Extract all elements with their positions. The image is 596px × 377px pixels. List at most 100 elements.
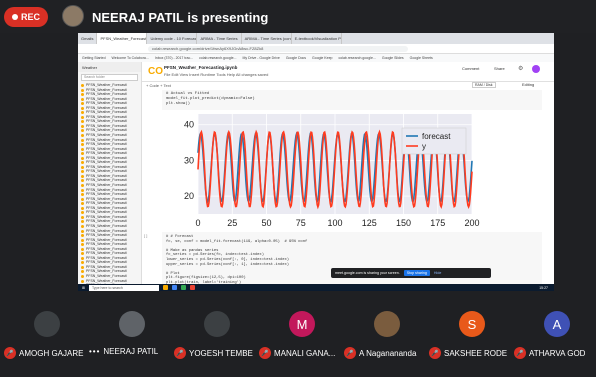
participant-name-row: ••• NEERAJ PATIL: [89, 347, 174, 356]
browser-tab-bar: GmailsPFSN_Weather_Forecasting.ipUdemy c…: [78, 33, 554, 44]
x-tick-label: 100: [327, 218, 342, 228]
notebook-toolbar: + Code + Text RAM / Disk Editing: [142, 82, 554, 90]
share-button[interactable]: Share: [494, 66, 505, 71]
participant-tile[interactable]: 🎤 A Naganananda: [344, 305, 429, 375]
y-tick-label: 30: [184, 155, 194, 165]
participant-name-row: 🎤 A Naganananda: [344, 347, 429, 359]
mic-muted-icon: 🎤: [344, 347, 356, 359]
participant-name: YOGESH TEMBE: [189, 348, 253, 358]
participants-strip: 🎤 AMOGH GAJARE ••• NEERAJ PATIL 🎤 YOGESH TEMB…: [0, 305, 596, 377]
browser-tab[interactable]: Udemy code - 10 Forecasting: [147, 33, 198, 44]
avatar[interactable]: [532, 65, 540, 73]
participant-name-row: 🎤 YOGESH TEMBE: [174, 347, 259, 359]
x-tick-label: 125: [362, 218, 377, 228]
participant-name: ATHARVA GOD: [529, 348, 586, 358]
bookmark-item[interactable]: Google Keep: [312, 56, 332, 60]
app-icon[interactable]: [180, 285, 186, 290]
presenter-avatar: [62, 5, 84, 27]
y-tick-label: 40: [184, 120, 194, 130]
participant-name: A Naganananda: [359, 348, 417, 358]
legend-label: y: [422, 142, 426, 151]
chrome-icon[interactable]: [171, 285, 177, 290]
x-tick-label: 150: [396, 218, 411, 228]
shared-screen: GmailsPFSN_Weather_Forecasting.ipUdemy c…: [78, 33, 554, 291]
windows-taskbar: ⊞ Type here to search 15:27: [78, 284, 554, 291]
mic-muted-icon: 🎤: [4, 347, 16, 359]
participant-tile[interactable]: S 🎤 SAKSHEE RODE: [429, 305, 514, 375]
participant-name: SAKSHEE RODE: [444, 348, 508, 358]
mic-muted-icon: 🎤: [174, 347, 186, 359]
x-tick-label: 25: [227, 218, 237, 228]
bookmark-item[interactable]: Google Slides: [382, 56, 404, 60]
participant-tile[interactable]: M 🎤 MANALI GANA...: [259, 305, 344, 375]
mic-muted-icon: 🎤: [514, 347, 526, 359]
stop-sharing-button[interactable]: Stop sharing: [403, 270, 430, 276]
taskbar-search[interactable]: Type here to search: [88, 284, 159, 291]
ram-disk-indicator[interactable]: RAM / Disk: [472, 82, 496, 88]
bookmark-item[interactable]: Google Sheets: [410, 56, 433, 60]
sidebar-search-input[interactable]: Search folder: [81, 74, 138, 81]
mic-muted-icon: 🎤: [259, 347, 271, 359]
notebook-header: CO PFSN_Weather_Forecasting.ipynb File E…: [142, 62, 554, 82]
avatar: [119, 311, 145, 337]
bookmark-item[interactable]: Google Docs: [286, 56, 306, 60]
code-line: plt.show(): [166, 102, 191, 106]
notebook-menu[interactable]: File Edit View Insert Runtime Tools Help…: [164, 72, 268, 77]
participant-name: AMOGH GAJARE: [19, 348, 84, 358]
code-cell-1[interactable]: # Actual vs Fitted model_fit.plot_predic…: [162, 90, 542, 110]
avatar: S: [459, 311, 485, 337]
avatar: A: [544, 311, 570, 337]
avatar: [34, 311, 60, 337]
participant-name-row: 🎤 SAKSHEE RODE: [429, 347, 514, 359]
browser-tab[interactable]: ARIMA - Time Series (cont): [242, 33, 292, 44]
notebook-title[interactable]: PFSN_Weather_Forecasting.ipynb: [164, 65, 237, 70]
bookmark-item[interactable]: Welcome To Colabora...: [112, 56, 149, 60]
x-tick-label: 0: [195, 218, 200, 228]
bookmark-item[interactable]: Getting Started: [82, 56, 106, 60]
taskbar-clock: 15:27: [539, 285, 548, 290]
bookmarks-bar: Getting Started Welcome To Colabora... Inb…: [78, 54, 554, 62]
cell-run-indicator[interactable]: [ ]: [144, 233, 147, 238]
mic-muted-icon: 🎤: [429, 347, 441, 359]
app-icon[interactable]: [189, 285, 195, 290]
screen-share-notice: meet.google.com is sharing your screen. …: [331, 268, 491, 278]
gear-icon[interactable]: ⚙: [518, 65, 523, 72]
bookmark-item[interactable]: colab.research.google...: [338, 56, 375, 60]
share-notice-text: meet.google.com is sharing your screen.: [335, 271, 400, 275]
x-tick-label: 50: [261, 218, 271, 228]
legend-label: forecast: [422, 132, 451, 141]
hide-button[interactable]: Hide: [434, 271, 441, 275]
rec-label: REC: [20, 12, 40, 22]
comment-button[interactable]: Comment: [462, 66, 479, 71]
bookmark-item[interactable]: colab.research.google...: [199, 56, 236, 60]
participant-tile[interactable]: 🎤 YOGESH TEMBE: [174, 305, 259, 375]
participant-tile[interactable]: ••• NEERAJ PATIL: [89, 305, 174, 375]
browser-tab[interactable]: PFSN_Weather_Forecasting.ip: [97, 33, 148, 44]
x-tick-label: 75: [296, 218, 306, 228]
file-list: PFSN_Weather_Forecasti PFSN_Weather_Forec…: [78, 83, 141, 284]
browser-tab[interactable]: Gmails: [78, 33, 98, 44]
meeting-top-bar: REC NEERAJ PATIL is presenting: [0, 0, 596, 33]
bookmark-item[interactable]: My Drive - Google Drive: [242, 56, 279, 60]
forecast-chart: 0 25 50 75 100 125 150 175 200 20 30 40 forecasty: [184, 114, 480, 228]
presenting-title: NEERAJ PATIL is presenting: [92, 10, 269, 25]
recording-badge: REC: [4, 7, 48, 27]
add-code-text[interactable]: + Code + Text: [146, 83, 171, 88]
url-field[interactable]: colab.research.google.com/drive/1fwnAy6X…: [148, 46, 408, 52]
browser-address-bar: colab.research.google.com/drive/1fwnAy6X…: [78, 44, 554, 54]
browser-tab[interactable]: ARIMA - Time Series: [197, 33, 242, 44]
colab-logo: CO: [148, 66, 163, 77]
participant-tile[interactable]: 🎤 AMOGH GAJARE: [4, 305, 89, 375]
file-explorer-icon[interactable]: [162, 285, 168, 290]
participant-tile[interactable]: A 🎤 ATHARVA GOD: [514, 305, 596, 375]
participant-name: MANALI GANA...: [274, 348, 336, 358]
avatar: [374, 311, 400, 337]
browser-tab[interactable]: E-textbook/Visualization PPT: [292, 33, 342, 44]
y-tick-label: 20: [184, 191, 194, 201]
participant-name: NEERAJ PATIL: [103, 347, 159, 356]
participant-name-row: 🎤 MANALI GANA...: [259, 347, 344, 359]
bookmark-item[interactable]: Inbox (370) - 2017 trac...: [155, 56, 193, 60]
windows-start-icon[interactable]: ⊞: [82, 286, 85, 290]
editing-mode[interactable]: Editing: [522, 82, 534, 87]
participant-name-row: 🎤 ATHARVA GOD: [514, 347, 596, 359]
